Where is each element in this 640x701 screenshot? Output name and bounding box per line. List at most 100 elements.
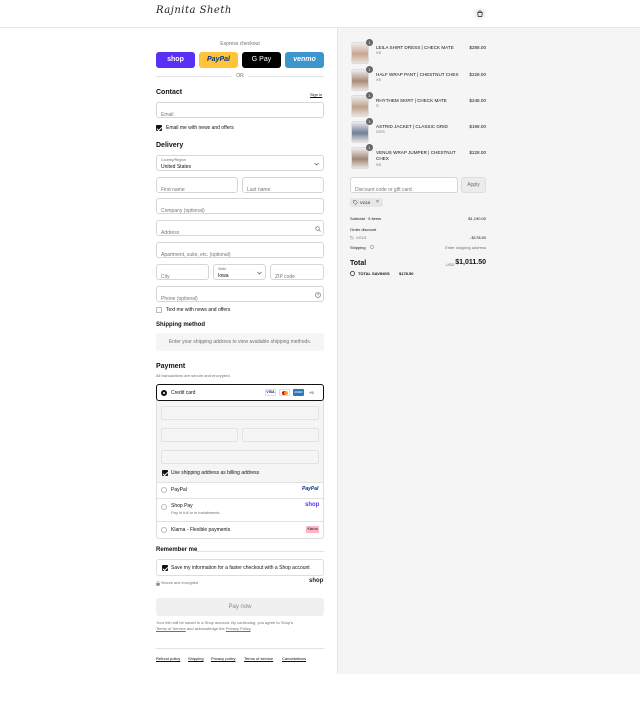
first-name-field[interactable] bbox=[156, 177, 238, 197]
shopping-bag-icon[interactable] bbox=[474, 8, 486, 20]
discount-input[interactable] bbox=[351, 183, 457, 197]
product-thumbnail bbox=[351, 121, 369, 143]
card-security-field[interactable] bbox=[242, 428, 319, 442]
apartment-field[interactable] bbox=[156, 242, 324, 262]
card-number-field[interactable] bbox=[161, 406, 319, 420]
footer-terms-link[interactable]: Terms of service bbox=[244, 656, 273, 661]
email-input[interactable] bbox=[157, 108, 323, 122]
order-discount-label: Order discount bbox=[350, 227, 377, 232]
product-variant: XS bbox=[376, 163, 382, 167]
country-select[interactable]: Country/Region United States bbox=[156, 155, 324, 171]
state-select[interactable]: State Iowa bbox=[213, 264, 266, 280]
divider-right bbox=[248, 76, 324, 77]
product-thumbnail bbox=[351, 95, 369, 117]
klarna-radio[interactable] bbox=[161, 527, 167, 533]
company-input[interactable] bbox=[157, 204, 323, 218]
phone-input[interactable] bbox=[157, 292, 323, 306]
country-label: Country/Region bbox=[161, 158, 186, 162]
email-news-checkbox[interactable] bbox=[156, 125, 162, 131]
city-field[interactable] bbox=[156, 264, 209, 284]
help-circle-icon[interactable] bbox=[370, 245, 374, 249]
product-variant: XS bbox=[376, 51, 382, 55]
terms-link[interactable]: Terms of Service bbox=[156, 626, 186, 631]
discount-field[interactable] bbox=[350, 177, 458, 197]
cart-item: 1 HALF WRAP PANT | CHESTNUT CHEX XS $228.00 bbox=[338, 66, 640, 93]
quantity-badge: 1 bbox=[366, 118, 373, 125]
phone-field[interactable] bbox=[156, 286, 324, 306]
last-name-input[interactable] bbox=[243, 183, 323, 197]
card-expiry-field[interactable] bbox=[161, 428, 238, 442]
paypal-radio[interactable] bbox=[161, 487, 167, 493]
shop-pay-radio[interactable] bbox=[161, 504, 167, 510]
email-field[interactable] bbox=[156, 102, 324, 122]
privacy-link[interactable]: Privacy Policy bbox=[226, 626, 251, 631]
paypal-option-label[interactable]: PayPal bbox=[171, 487, 187, 493]
address-input[interactable] bbox=[157, 226, 323, 240]
help-circle-icon[interactable] bbox=[315, 292, 321, 298]
zip-input[interactable] bbox=[271, 270, 323, 284]
card-form: Use shipping address as billing address bbox=[157, 401, 323, 482]
paypal-logo: PayPal bbox=[302, 486, 319, 492]
apartment-input[interactable] bbox=[157, 248, 323, 262]
city-input[interactable] bbox=[157, 270, 208, 284]
discount-tag: VG15 × bbox=[350, 198, 383, 207]
quantity-badge: 1 bbox=[366, 39, 373, 46]
first-name-input[interactable] bbox=[157, 183, 237, 197]
credit-card-option[interactable]: Credit card VISA AMEX +5 bbox=[156, 384, 324, 401]
google-pay-button[interactable]: G Pay bbox=[242, 52, 281, 68]
billing-address-label: Use shipping address as billing address bbox=[171, 470, 260, 476]
cart-item: 1 RHYTHEM SKIRT | CHECK MATE S $248.00 bbox=[338, 92, 640, 119]
venmo-button[interactable]: venmo bbox=[285, 52, 324, 68]
delivery-heading: Delivery bbox=[156, 142, 184, 149]
footer-shipping-link[interactable]: Shipping bbox=[188, 656, 204, 661]
contact-heading: Contact bbox=[156, 89, 183, 96]
pay-now-button[interactable]: Pay now bbox=[156, 598, 324, 616]
tag-icon bbox=[353, 200, 358, 205]
quantity-badge: 1 bbox=[366, 144, 373, 151]
address-field[interactable] bbox=[156, 220, 324, 240]
zip-field[interactable] bbox=[270, 264, 324, 284]
product-thumbnail bbox=[351, 69, 369, 91]
product-price: $288.00 bbox=[469, 45, 486, 50]
footer-cancellations-link[interactable]: Cancellations bbox=[282, 656, 306, 661]
shipping-label: Shipping bbox=[350, 245, 366, 250]
savings-tag-icon bbox=[350, 271, 355, 276]
cart-list: 1 LEILA SHIRT DRESS | CHECK MATE XS $288.00… bbox=[338, 28, 640, 178]
product-thumbnail bbox=[351, 147, 369, 169]
shop-pay-button[interactable]: shop bbox=[156, 52, 195, 68]
search-icon bbox=[315, 226, 321, 232]
save-info-checkbox[interactable] bbox=[162, 565, 168, 571]
shop-pay-option-label[interactable]: Shop Pay bbox=[171, 503, 193, 509]
text-news-checkbox[interactable] bbox=[156, 307, 162, 313]
credit-card-radio[interactable] bbox=[161, 390, 167, 396]
order-discount-amount: - $178.50 bbox=[469, 235, 486, 240]
legal-prefix: Your info will be saved to a Shop accoun… bbox=[156, 620, 293, 625]
store-logo[interactable]: Rajnita Sheth bbox=[156, 5, 232, 16]
card-name-field[interactable] bbox=[161, 450, 319, 464]
paypal-button[interactable]: PayPal bbox=[199, 52, 238, 68]
legal-text: Your info will be saved to a Shop accoun… bbox=[156, 620, 293, 631]
savings-value: $178.50 bbox=[399, 271, 414, 276]
legal-middle: and acknowledge the bbox=[186, 626, 225, 631]
footer-refund-link[interactable]: Refund policy bbox=[156, 656, 180, 661]
shipping-value: Enter shipping address bbox=[445, 245, 486, 250]
product-variant: XS bbox=[376, 78, 382, 82]
discount-tag-code: VG15 bbox=[360, 200, 371, 205]
product-name: ASTRID JACKET | CLASSIC GRID bbox=[376, 124, 448, 129]
last-name-field[interactable] bbox=[242, 177, 324, 197]
sign-in-link[interactable]: Sign in bbox=[310, 92, 322, 97]
remove-discount-icon[interactable]: × bbox=[376, 199, 379, 205]
product-name: HALF WRAP PANT | CHESTNUT CHEX bbox=[376, 72, 459, 77]
company-field[interactable] bbox=[156, 198, 324, 218]
klarna-option-label[interactable]: Klarna - Flexible payments bbox=[171, 527, 230, 533]
text-news-label: Text me with news and offers bbox=[166, 307, 231, 313]
express-checkout-label: Express checkout bbox=[220, 41, 260, 47]
email-news-label: Email me with news and offers bbox=[166, 125, 234, 131]
apply-button[interactable]: Apply bbox=[461, 177, 486, 193]
footer-privacy-link[interactable]: Privacy policy bbox=[211, 656, 235, 661]
remember-me-heading: Remember me bbox=[156, 547, 198, 553]
product-price: $228.00 bbox=[469, 72, 486, 77]
billing-address-checkbox[interactable] bbox=[162, 470, 168, 476]
order-summary: 1 LEILA SHIRT DRESS | CHECK MATE XS $288.00… bbox=[337, 28, 640, 674]
chevron-down-icon bbox=[257, 271, 262, 275]
